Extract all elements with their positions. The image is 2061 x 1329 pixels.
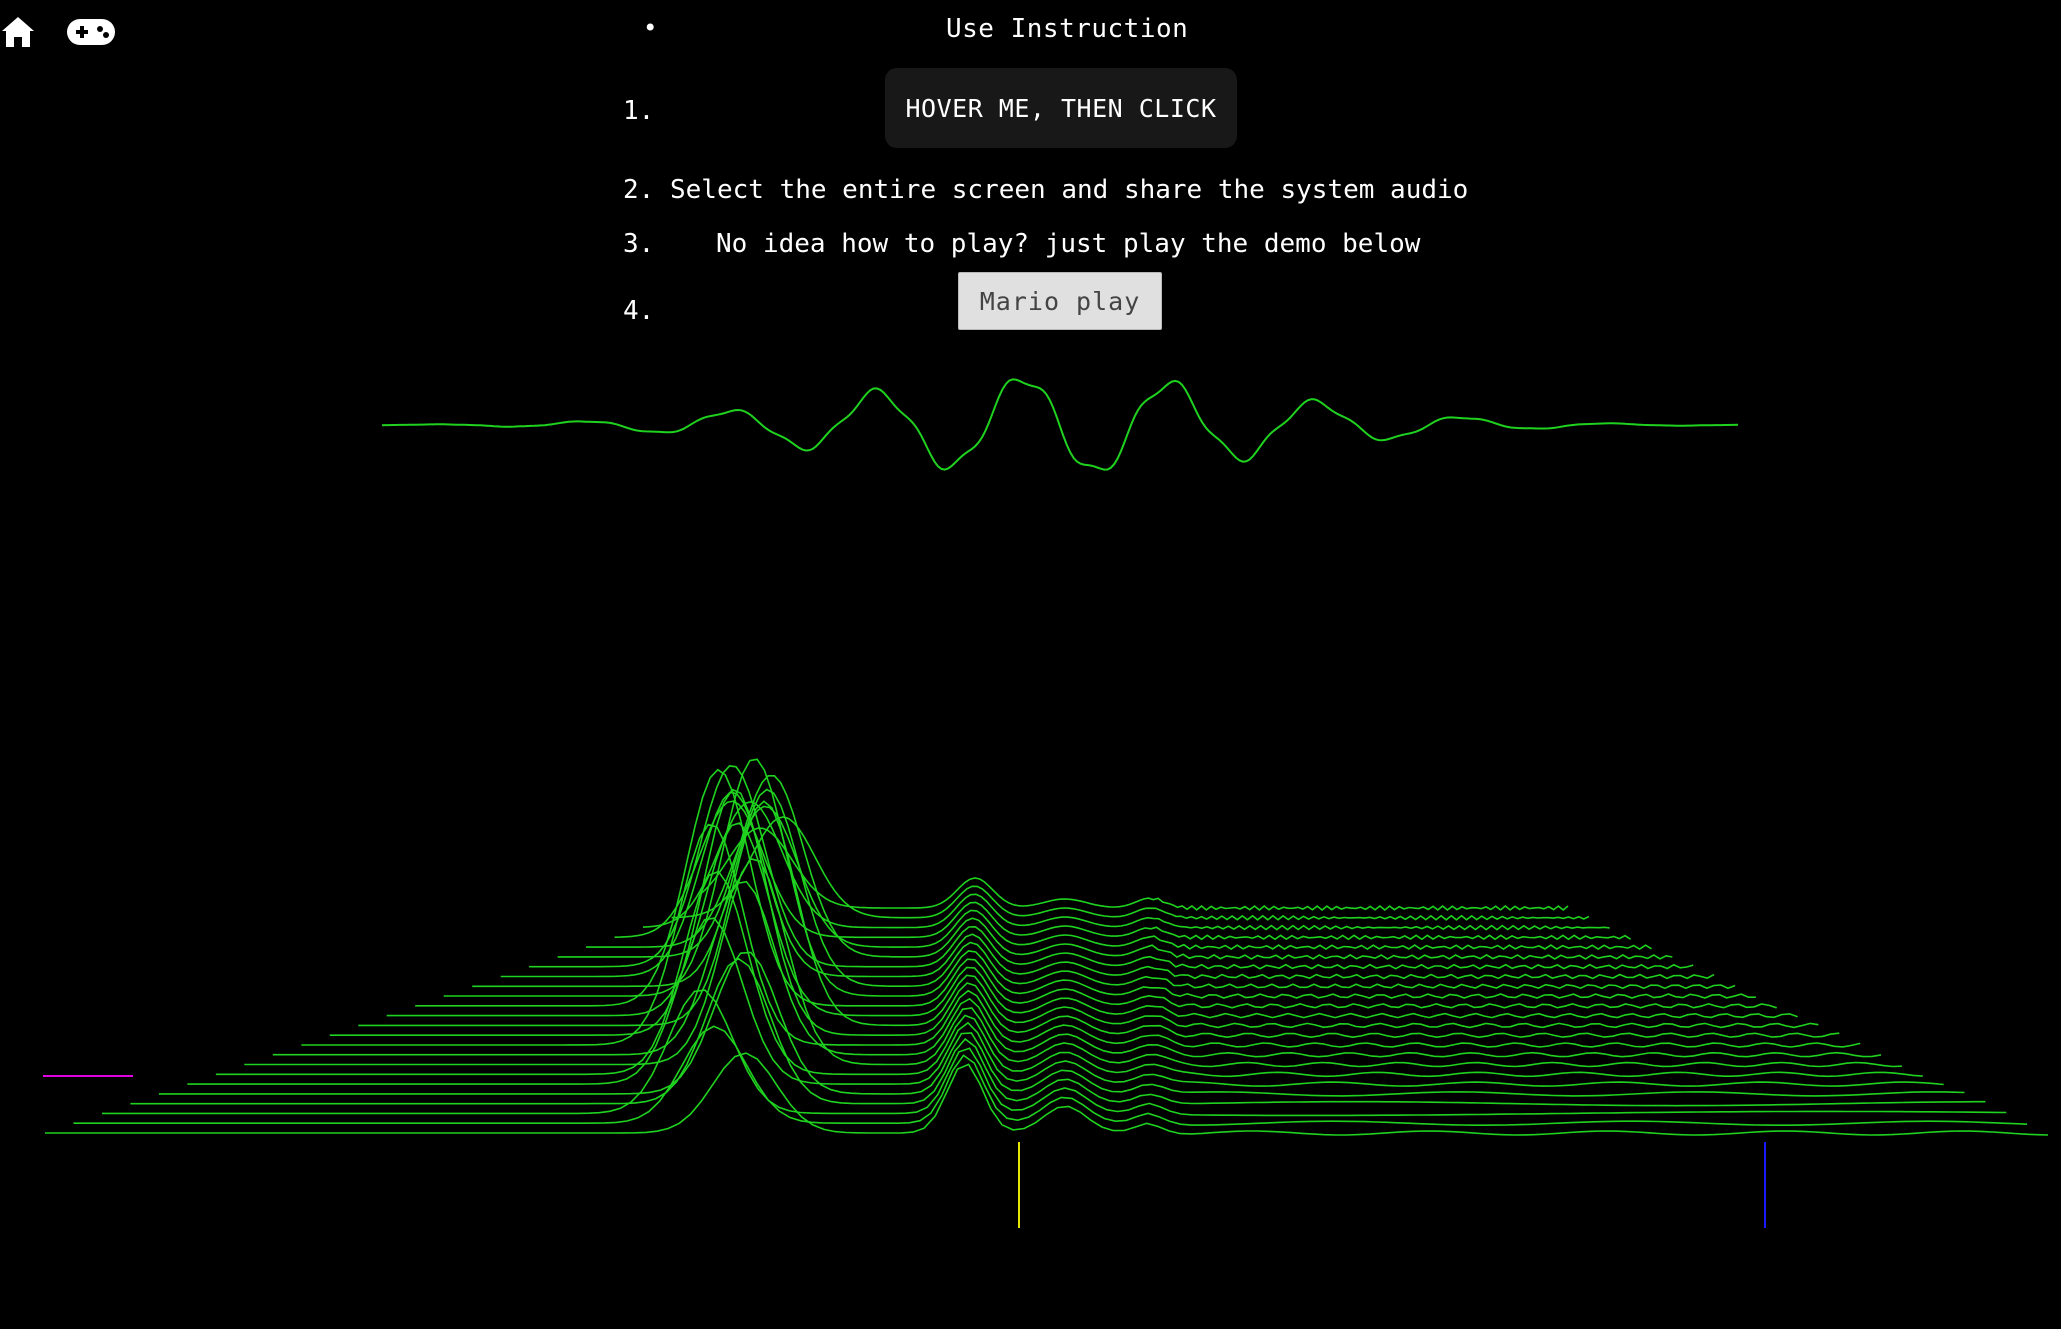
visualizer-markers (43, 1075, 1766, 1228)
spectrum-line (671, 816, 1590, 921)
spectrum-line (215, 870, 1923, 1078)
spectrum-line (301, 823, 1861, 1048)
spectrum-line (158, 951, 1965, 1097)
spectrum-line (244, 857, 1902, 1068)
spectrum-line (472, 788, 1736, 990)
spectrum-line (699, 827, 1569, 912)
step-number: 4. (623, 296, 655, 326)
bullet: • (643, 14, 658, 42)
step-number: 2. (623, 175, 655, 205)
gamepad-icon[interactable] (66, 14, 116, 50)
home-icon[interactable] (0, 14, 36, 50)
step-number: 1. (623, 96, 655, 126)
spectrum-line (614, 800, 1632, 941)
spectrum-waterfall (45, 758, 2049, 1136)
spectrum-line (130, 957, 1986, 1107)
spectrum-line (45, 1052, 2049, 1136)
spectrum-line (529, 765, 1694, 970)
instructions-header: • Use Instruction (623, 16, 1463, 56)
spectrum-line (102, 989, 2007, 1117)
spectrum-line (329, 788, 1840, 1039)
spectrum-line (557, 774, 1673, 960)
spectrum-line (586, 805, 1652, 951)
step-text: Select the entire screen and share the s… (670, 175, 1469, 205)
spectrum-line (187, 917, 1944, 1087)
spectrum-line (642, 800, 1610, 931)
spectrum-line (358, 800, 1819, 1029)
step-number: 3. (623, 229, 655, 259)
top-toolbar (0, 14, 116, 50)
mario-play-button[interactable]: Mario play (958, 272, 1162, 330)
spectrum-line (500, 791, 1715, 980)
spectrum-line (415, 768, 1777, 1009)
spectrum-line (386, 822, 1798, 1019)
spectrum-line (443, 758, 1756, 999)
spectrum-line (73, 1025, 2028, 1126)
waveform-line (381, 378, 1739, 471)
instructions-title: Use Instruction (946, 14, 1189, 44)
step-text: No idea how to play? just play the demo … (716, 229, 1421, 259)
hover-then-click-button[interactable]: HOVER ME, THEN CLICK (885, 68, 1237, 148)
spectrum-line (272, 880, 1882, 1058)
